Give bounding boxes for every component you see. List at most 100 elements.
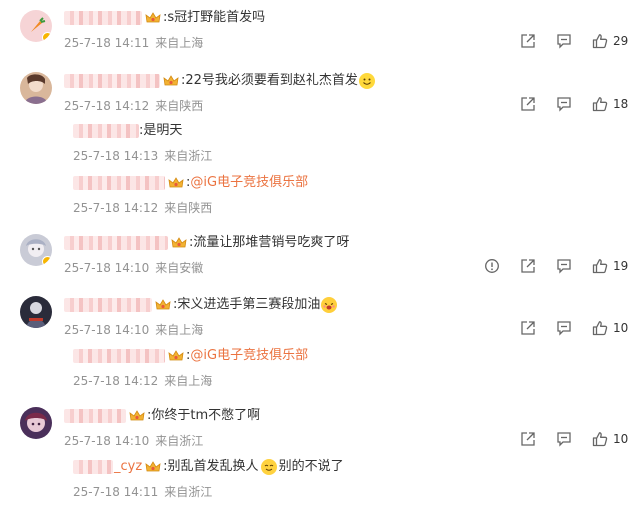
- reply-meta: 25-7-18 14:13 来自浙江: [73, 147, 212, 164]
- warning-icon: [485, 259, 499, 273]
- share-icon: [521, 97, 535, 111]
- like-button[interactable]: 19: [592, 258, 629, 274]
- reply-meta: 25-7-18 14:12 来自上海: [73, 372, 212, 389]
- like-button[interactable]: 18: [592, 96, 629, 112]
- comment-location: 来自安徽: [155, 261, 204, 275]
- comment-time: 25-7-18 14:11: [64, 36, 150, 50]
- username[interactable]: [73, 124, 139, 138]
- comment-icon: [557, 432, 571, 447]
- user-photo-icon: [26, 302, 46, 328]
- user-photo-icon: [24, 74, 48, 104]
- username-suffix[interactable]: _cyz: [114, 458, 142, 476]
- reply-button[interactable]: [556, 431, 572, 447]
- crown-icon: [145, 12, 161, 23]
- reply-button[interactable]: [556, 320, 572, 336]
- comment-icon: [557, 321, 571, 336]
- share-icon: [521, 259, 535, 273]
- avatar[interactable]: [20, 296, 52, 328]
- crown-icon: [171, 237, 187, 248]
- username[interactable]: [64, 409, 126, 423]
- comment-text: :s冠打野能首发吗: [163, 10, 266, 25]
- share-icon: [521, 432, 535, 446]
- share-button[interactable]: [520, 96, 536, 112]
- comment-meta: 25-7-18 14:10 来自浙江: [64, 432, 203, 449]
- mention-link[interactable]: @iG电子竞技俱乐部: [190, 174, 308, 192]
- comment-actions: 10: [500, 320, 629, 336]
- avatar[interactable]: [20, 407, 52, 439]
- like-button[interactable]: 10: [592, 320, 629, 336]
- avatar[interactable]: [20, 10, 52, 42]
- reply-meta: 25-7-18 14:11 来自浙江: [73, 483, 212, 500]
- comment-icon: [557, 259, 571, 274]
- comment-location: 来自浙江: [155, 434, 204, 448]
- reply-location: 来自浙江: [164, 485, 213, 499]
- cheer-emoji-icon: [321, 297, 338, 313]
- grin-emoji-icon: [260, 459, 277, 475]
- like-count: 29: [613, 34, 629, 48]
- thumb-up-icon: [592, 321, 608, 336]
- crown-icon: [145, 461, 161, 472]
- verified-badge: [42, 32, 52, 42]
- comment-actions: 19: [464, 258, 629, 274]
- comment-icon: [557, 34, 571, 49]
- comment-meta: 25-7-18 14:12 来自陕西: [64, 97, 203, 114]
- mention-link[interactable]: @iG电子竞技俱乐部: [190, 347, 308, 365]
- verified-badge: [42, 256, 52, 266]
- comment-location: 来自陕西: [155, 99, 204, 113]
- reply-button[interactable]: [556, 33, 572, 49]
- username[interactable]: [64, 74, 160, 88]
- username[interactable]: [73, 460, 113, 474]
- crown-icon: [155, 299, 171, 310]
- comment-time: 25-7-18 14:10: [64, 261, 150, 275]
- like-button[interactable]: 29: [592, 33, 629, 49]
- avatar[interactable]: [20, 72, 52, 104]
- reply: :是明天: [73, 122, 182, 140]
- avatar[interactable]: [20, 234, 52, 266]
- reply-text: :是明天: [139, 123, 183, 138]
- reply-time: 25-7-18 14:13: [73, 149, 159, 163]
- user-photo-icon: [25, 412, 47, 432]
- username[interactable]: [64, 298, 152, 312]
- share-button[interactable]: [520, 258, 536, 274]
- reply-button[interactable]: [556, 258, 572, 274]
- reply-time: 25-7-18 14:11: [73, 485, 159, 499]
- reply-button[interactable]: [556, 96, 572, 112]
- reply: _cyz :别乱首发乱换人 别的不说了: [73, 458, 344, 476]
- thumb-up-icon: [592, 97, 608, 112]
- like-button[interactable]: 10: [592, 431, 629, 447]
- username[interactable]: [73, 349, 165, 363]
- share-button[interactable]: [520, 320, 536, 336]
- comment-actions: 10: [500, 431, 629, 447]
- like-count: 18: [613, 97, 629, 111]
- reply-location: 来自上海: [164, 374, 213, 388]
- reply-meta: 25-7-18 14:12 来自陕西: [73, 199, 212, 216]
- reply-text-continued: 别的不说了: [278, 459, 344, 474]
- comment-location: 来自上海: [155, 36, 204, 50]
- thumb-up-icon: [592, 259, 608, 274]
- comment-time: 25-7-18 14:10: [64, 323, 150, 337]
- reply-location: 来自陕西: [164, 201, 213, 215]
- username[interactable]: [64, 236, 168, 250]
- comment-time: 25-7-18 14:12: [64, 99, 150, 113]
- username[interactable]: [64, 11, 142, 25]
- crown-icon: [163, 75, 179, 86]
- share-button[interactable]: [520, 431, 536, 447]
- reply-text: :别乱首发乱换人: [163, 459, 259, 474]
- comment-meta: 25-7-18 14:10 来自上海: [64, 321, 203, 338]
- share-button[interactable]: [520, 33, 536, 49]
- smile-emoji-icon: [358, 73, 375, 89]
- comment-text: :你终于tm不憋了啊: [147, 408, 261, 423]
- crown-icon: [129, 410, 145, 421]
- thumb-up-icon: [592, 432, 608, 447]
- share-icon: [521, 321, 535, 335]
- comment-text: :22号我必须要看到赵礼杰首发: [181, 73, 358, 88]
- username[interactable]: [73, 176, 165, 190]
- comment-actions: 18: [500, 96, 629, 112]
- comment-icon: [557, 97, 571, 112]
- comment-actions: 29: [500, 33, 629, 49]
- comment-text: :流量让那堆营销号吃爽了呀: [189, 235, 350, 250]
- comment-location: 来自上海: [155, 323, 204, 337]
- report-button[interactable]: [484, 258, 500, 274]
- comment-text: :宋义进选手第三赛段加油: [173, 297, 321, 312]
- reply-time: 25-7-18 14:12: [73, 374, 159, 388]
